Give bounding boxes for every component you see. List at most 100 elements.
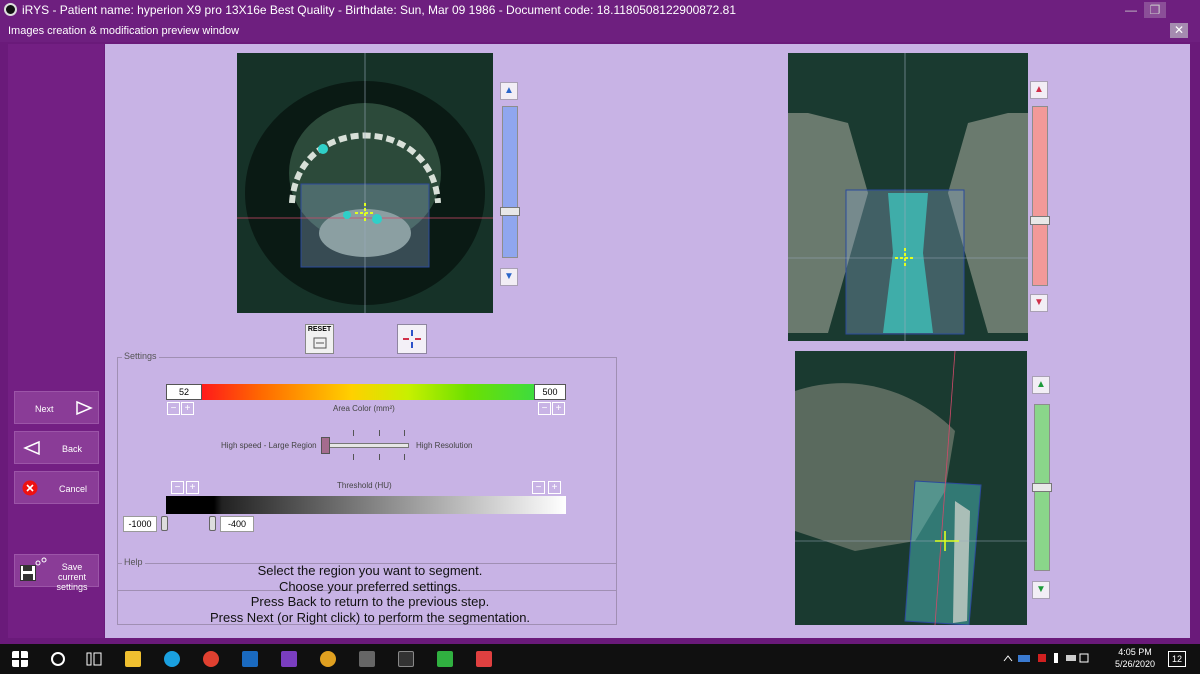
threshold-min-thumb[interactable] <box>161 516 168 531</box>
file-explorer-icon[interactable] <box>125 651 141 667</box>
next-button[interactable]: Next <box>14 391 99 424</box>
clock-date: 5/26/2020 <box>1114 659 1156 669</box>
app-icon <box>4 3 17 16</box>
triangle-up-icon: ▲ <box>1034 84 1044 95</box>
speed-left-label: High speed - Large Region <box>221 441 317 450</box>
slider-tick <box>379 430 380 436</box>
area-max-field[interactable]: 500 <box>534 384 566 400</box>
close-icon[interactable]: ✕ <box>1170 23 1188 38</box>
sagittal-scan-image <box>795 351 1027 625</box>
save-settings-button[interactable]: Save current settings <box>14 554 99 592</box>
subtitle-bar: Images creation & modification preview w… <box>0 20 1200 42</box>
threshold-value-field[interactable]: -400 <box>220 516 254 532</box>
maximize-button[interactable]: ❐ <box>1144 2 1166 18</box>
area-min-field[interactable]: 52 <box>166 384 202 400</box>
triangle-down-icon: ▼ <box>504 271 514 282</box>
skype-icon[interactable] <box>164 651 180 667</box>
slider-tick <box>353 454 354 460</box>
app-icon-orange[interactable] <box>320 651 336 667</box>
axial-slice-slider[interactable] <box>502 106 518 258</box>
sagittal-slice-thumb[interactable] <box>1032 483 1052 492</box>
subtitle-text: Images creation & modification preview w… <box>8 25 240 37</box>
outlook-icon[interactable] <box>242 651 258 667</box>
help-line: Choose your preferred settings. <box>278 578 462 594</box>
system-tray[interactable] <box>1000 651 1090 665</box>
speed-right-label: High Resolution <box>416 441 473 450</box>
resolution-slider[interactable] <box>325 443 409 448</box>
reset-icon <box>313 337 326 349</box>
slider-tick <box>404 454 405 460</box>
coronal-view[interactable] <box>788 53 1028 341</box>
area-min-decrease-button[interactable]: − <box>167 402 180 415</box>
threshold-min-decrease-button[interactable]: − <box>171 481 184 494</box>
coronal-up-button[interactable]: ▲ <box>1030 81 1048 99</box>
threshold-min-increase-button[interactable]: + <box>186 481 199 494</box>
back-button[interactable]: Back <box>14 431 99 464</box>
settings-dots-icon <box>35 557 47 566</box>
crosshair-icon <box>403 330 421 348</box>
axial-slice-thumb[interactable] <box>500 207 520 216</box>
triangle-down-icon: ▼ <box>1034 297 1044 308</box>
arrow-right-icon <box>76 400 93 416</box>
resolution-slider-thumb[interactable] <box>321 437 330 454</box>
coronal-slice-slider[interactable] <box>1032 106 1048 286</box>
area-min-increase-button[interactable]: + <box>181 402 194 415</box>
windows-start-icon[interactable] <box>12 651 28 667</box>
window-title: iRYS - Patient name: hyperion X9 pro 13X… <box>22 3 737 17</box>
area-max-increase-button[interactable]: + <box>552 402 565 415</box>
area-color-bar <box>202 384 534 400</box>
slider-tick <box>379 454 380 460</box>
cancel-icon <box>22 480 38 496</box>
cancel-button[interactable]: Cancel <box>14 471 99 504</box>
axial-up-button[interactable]: ▲ <box>500 82 518 100</box>
coronal-slice-thumb[interactable] <box>1030 216 1050 225</box>
tray-icons <box>1003 653 1089 663</box>
next-label: Next <box>35 404 54 414</box>
help-line: Select the region you want to segment. <box>257 563 483 578</box>
coronal-down-button[interactable]: ▼ <box>1030 294 1048 312</box>
sagittal-view[interactable] <box>795 351 1027 625</box>
taskbar: 4:05 PM 5/26/2020 12 <box>0 644 1200 674</box>
area-max-decrease-button[interactable]: − <box>538 402 551 415</box>
axial-view[interactable] <box>237 53 493 313</box>
camtasia-green-icon[interactable] <box>437 651 453 667</box>
help-line: Press Next (or Right click) to perform t… <box>209 609 531 625</box>
taskbar-clock[interactable]: 4:05 PM 5/26/2020 <box>1110 646 1160 670</box>
threshold-gradient-bar <box>166 496 566 514</box>
threshold-label: Threshold (HU) <box>337 481 392 490</box>
minimize-button[interactable]: — <box>1120 2 1142 18</box>
axial-down-button[interactable]: ▼ <box>500 268 518 286</box>
media-player-icon[interactable] <box>398 651 414 667</box>
settings-legend: Settings <box>122 351 159 361</box>
floppy-disk-icon <box>20 565 36 581</box>
help-line: Press Back to return to the previous ste… <box>250 594 490 609</box>
threshold-max-increase-button[interactable]: + <box>548 481 561 494</box>
search-circle-icon[interactable] <box>50 651 66 667</box>
help-text: Select the region you want to segment. C… <box>175 563 565 625</box>
slider-tick <box>353 430 354 436</box>
triangle-up-icon: ▲ <box>504 85 514 96</box>
save-label-line2: settings <box>56 582 88 592</box>
irys-app-icon[interactable] <box>359 651 375 667</box>
triangle-up-icon: ▲ <box>1036 379 1046 390</box>
camtasia-red-icon[interactable] <box>476 651 492 667</box>
sagittal-up-button[interactable]: ▲ <box>1032 376 1050 394</box>
sagittal-down-button[interactable]: ▼ <box>1032 581 1050 599</box>
task-view-icon[interactable] <box>86 651 102 667</box>
notification-center-icon[interactable]: 12 <box>1168 651 1186 667</box>
notification-count: 12 <box>1171 654 1182 664</box>
threshold-min-field[interactable]: -1000 <box>123 516 157 532</box>
threshold-value-thumb[interactable] <box>209 516 216 531</box>
chrome-icon[interactable] <box>203 651 219 667</box>
reset-button[interactable]: RESET <box>305 324 334 354</box>
visual-studio-icon[interactable] <box>281 651 297 667</box>
left-panel: Next Back Cancel Save current settings <box>8 44 104 638</box>
threshold-max-decrease-button[interactable]: − <box>532 481 545 494</box>
coronal-scan-image <box>788 53 1028 341</box>
cancel-label: Cancel <box>59 484 88 494</box>
slider-tick <box>404 430 405 436</box>
area-color-label: Area Color (mm²) <box>333 404 395 413</box>
clock-time: 4:05 PM <box>1118 647 1152 657</box>
center-crosshair-button[interactable] <box>397 324 427 354</box>
reset-label: RESET <box>307 326 332 333</box>
